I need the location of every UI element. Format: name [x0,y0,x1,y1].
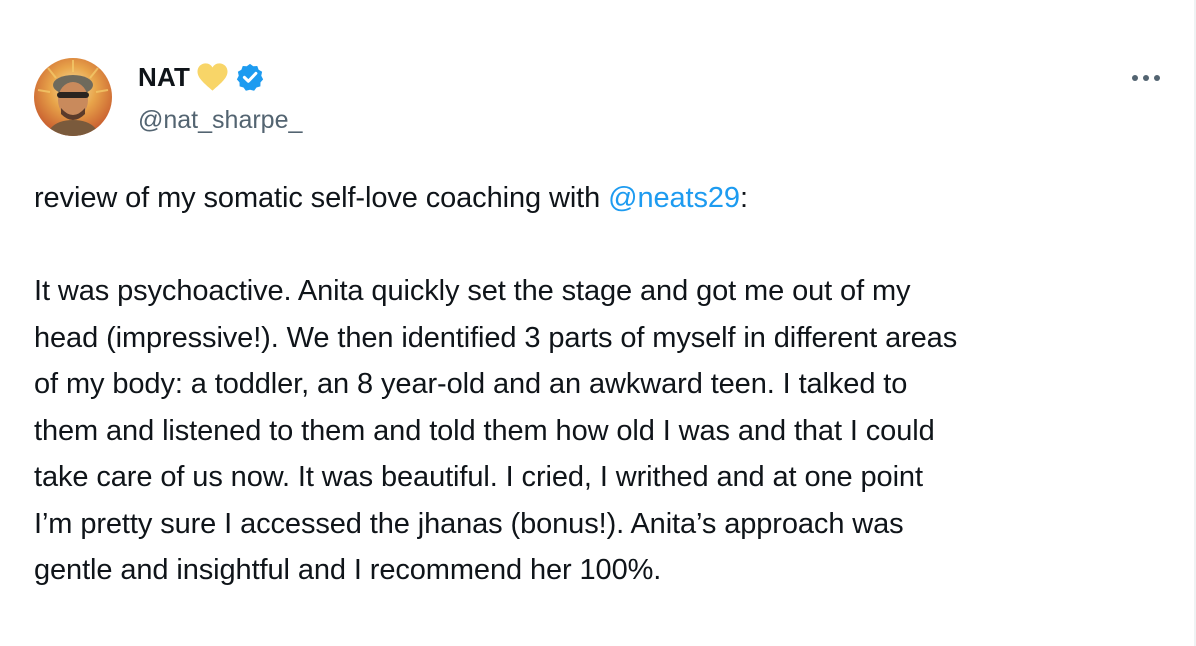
tweet-body: review of my somatic self-love coaching … [34,175,1174,594]
tweet-line: head (impressive!). We then identified 3… [34,321,958,354]
tweet-line: take care of us now. It was beautiful. I… [34,461,923,493]
author-avatar[interactable] [34,58,112,136]
tweet-intro-suffix: : [739,182,748,214]
tweet-line: of my body: a toddler, an 8 year-old and… [34,368,908,400]
paragraph-break [34,222,1174,269]
yellow-heart-icon [196,62,229,92]
tweet-card: NAT @nat_sharpe_ review of my somatic se… [0,0,1196,646]
author-handle[interactable]: @nat_sharpe_ [138,104,302,136]
tweet-line: I’m pretty sure I accessed the jhanas (b… [34,507,904,540]
tweet-intro-text: review of my somatic self-love coaching … [34,182,609,214]
author-name-row: NAT [138,60,265,94]
verified-badge-icon[interactable] [235,62,265,92]
tweet-line: them and listened to them and told them … [34,414,935,447]
avatar-image [34,58,112,136]
tweet-line: It was psychoactive. Anita quickly set t… [34,275,911,307]
tweet-line: gentle and insightful and I recommend he… [34,554,662,586]
more-options-button[interactable] [1124,64,1168,92]
more-options-icon [1132,75,1160,81]
author-display-name[interactable]: NAT [138,60,190,94]
tweet-intro-line: review of my somatic self-love coaching … [34,175,1174,222]
mention-link[interactable]: @neats29 [608,182,740,214]
